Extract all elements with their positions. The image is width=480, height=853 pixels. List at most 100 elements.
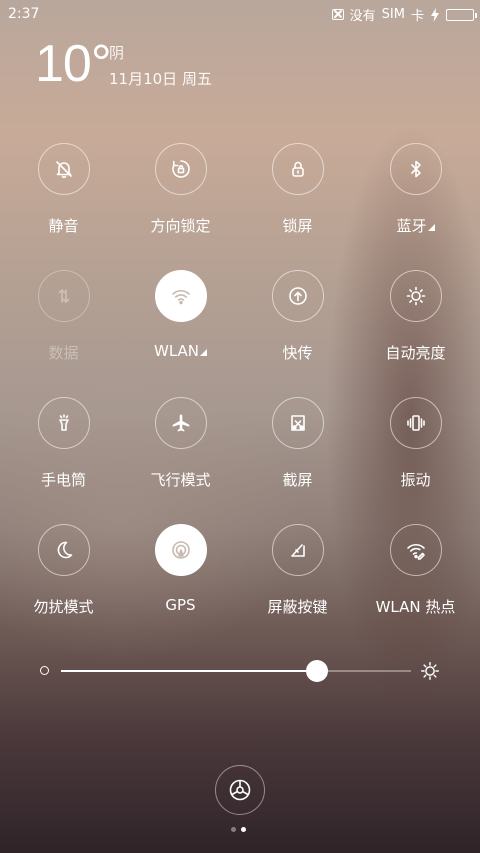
moon-icon [57, 541, 72, 559]
toggle-label-text: 快传 [282, 344, 313, 362]
settings-gear-icon [229, 779, 251, 801]
toggle-label: 锁屏 [239, 215, 356, 236]
toggle-button[interactable] [37, 397, 90, 449]
status-icons: 没有 SIM 卡 [331, 5, 477, 24]
card-text: 卡 [410, 9, 424, 24]
toggle-label: 振动 [357, 469, 474, 490]
toggle-label: GPS [122, 596, 239, 614]
toggle-button[interactable] [37, 270, 90, 322]
page-dot-2[interactable] [241, 827, 246, 832]
toggle-button[interactable] [37, 524, 90, 576]
toggle-label-text: WLAN 热点 [375, 598, 456, 616]
toggle-button[interactable] [389, 397, 442, 449]
toggle-bell-mute[interactable]: 静音 [5, 143, 122, 236]
toggle-moon[interactable]: 勿扰模式 [5, 524, 122, 617]
hotspot-icon [406, 544, 425, 560]
brightness-high-icon [421, 662, 439, 680]
toggle-label-text: 方向锁定 [150, 217, 211, 235]
flashlight-icon [58, 414, 69, 431]
toggle-gps[interactable]: GPS [122, 524, 239, 614]
vibrate-icon [406, 415, 425, 431]
toggle-label: 屏蔽按键 [239, 596, 356, 617]
toggle-label-text: 截屏 [282, 471, 313, 489]
toggle-button[interactable] [389, 143, 442, 195]
brightness-track[interactable] [61, 660, 411, 682]
brightness-low-icon [40, 666, 49, 675]
brightness-slider[interactable] [40, 660, 440, 684]
toggle-lock[interactable]: 锁屏 [239, 143, 356, 236]
toggle-label: 自动亮度 [357, 342, 474, 363]
toggle-label: 数据 [5, 342, 122, 363]
weather-condition: 阴 [109, 44, 125, 62]
toggle-label: 方向锁定 [122, 215, 239, 236]
toggle-label: 截屏 [239, 469, 356, 490]
status-time: 2:37 [8, 6, 40, 22]
block-keys-icon [290, 544, 305, 557]
toggle-button[interactable] [154, 270, 207, 322]
toggle-label-text: 自动亮度 [385, 344, 446, 362]
rotation-lock-icon [171, 160, 190, 178]
toggle-label-text: 静音 [48, 217, 79, 235]
weather-widget[interactable]: 10° 阴 11月10日 周五 [35, 35, 212, 93]
settings-button[interactable] [215, 765, 265, 815]
sim-text: SIM [381, 7, 405, 22]
no-sim-text: 没有 [349, 9, 376, 24]
charging-icon [431, 7, 439, 22]
page-indicator [231, 827, 246, 832]
toggle-button[interactable] [154, 524, 207, 576]
toggle-mobile-data[interactable]: 数据 [5, 270, 122, 363]
toggle-button[interactable] [271, 397, 324, 449]
toggle-label-text: 锁屏 [282, 217, 313, 235]
toggle-label-text: WLAN [153, 342, 199, 360]
toggle-auto-brightness[interactable]: 自动亮度 [357, 270, 474, 363]
page-dot-1[interactable] [231, 827, 236, 832]
screenshot-icon [290, 415, 305, 431]
status-bar: 2:37 没有 SIM 卡 [0, 0, 480, 28]
toggle-label-text: 手电筒 [40, 471, 86, 489]
toggle-label: WLAN 热点 [357, 596, 474, 617]
toggle-block-keys[interactable]: 屏蔽按键 [239, 524, 356, 617]
toggle-hotspot[interactable]: WLAN 热点 [357, 524, 474, 617]
weather-date: 11月10日 周五 [109, 70, 212, 88]
temperature: 10° [35, 35, 112, 93]
bell-mute-icon [55, 161, 72, 179]
toggle-label-text: 蓝牙 [396, 217, 427, 235]
toggle-label: WLAN [122, 342, 239, 360]
toggle-rotation-lock[interactable]: 方向锁定 [122, 143, 239, 236]
brightness-thumb[interactable] [305, 660, 328, 682]
toggle-button[interactable] [389, 524, 442, 576]
toggle-label: 快传 [239, 342, 356, 363]
toggle-vibrate[interactable]: 振动 [357, 397, 474, 490]
toggle-label: 勿扰模式 [5, 596, 122, 617]
toggle-button[interactable] [154, 143, 207, 195]
brightness-fill [61, 670, 317, 672]
lock-icon [291, 161, 304, 177]
toggle-airplane[interactable]: 飞行模式 [122, 397, 239, 490]
toggle-button[interactable] [389, 270, 442, 322]
gps-icon [171, 541, 190, 559]
toggle-label: 手电筒 [5, 469, 122, 490]
toggle-quick-transfer[interactable]: 快传 [239, 270, 356, 363]
toggle-label-text: 振动 [400, 471, 431, 489]
toggle-label-text: GPS [165, 596, 196, 614]
bluetooth-icon [410, 160, 421, 178]
battery-icon [446, 8, 477, 21]
no-sim-icon [331, 9, 344, 20]
toggle-flashlight[interactable]: 手电筒 [5, 397, 122, 490]
toggle-button[interactable] [271, 270, 324, 322]
toggle-button[interactable] [271, 143, 324, 195]
toggle-label: 静音 [5, 215, 122, 236]
toggle-label: 飞行模式 [122, 469, 239, 490]
toggle-button[interactable] [271, 524, 324, 576]
toggle-label-text: 勿扰模式 [33, 598, 94, 616]
toggle-screenshot[interactable]: 截屏 [239, 397, 356, 490]
auto-brightness-icon [406, 286, 425, 306]
toggle-label-text: 数据 [48, 344, 79, 362]
toggle-button[interactable] [154, 397, 207, 449]
toggle-label: 蓝牙 [357, 215, 474, 236]
toggle-bluetooth[interactable]: 蓝牙 [357, 143, 474, 236]
expand-indicator-icon [427, 224, 435, 231]
toggle-wifi[interactable]: WLAN [122, 270, 239, 360]
toggle-button[interactable] [37, 143, 90, 195]
wifi-icon [171, 290, 190, 305]
